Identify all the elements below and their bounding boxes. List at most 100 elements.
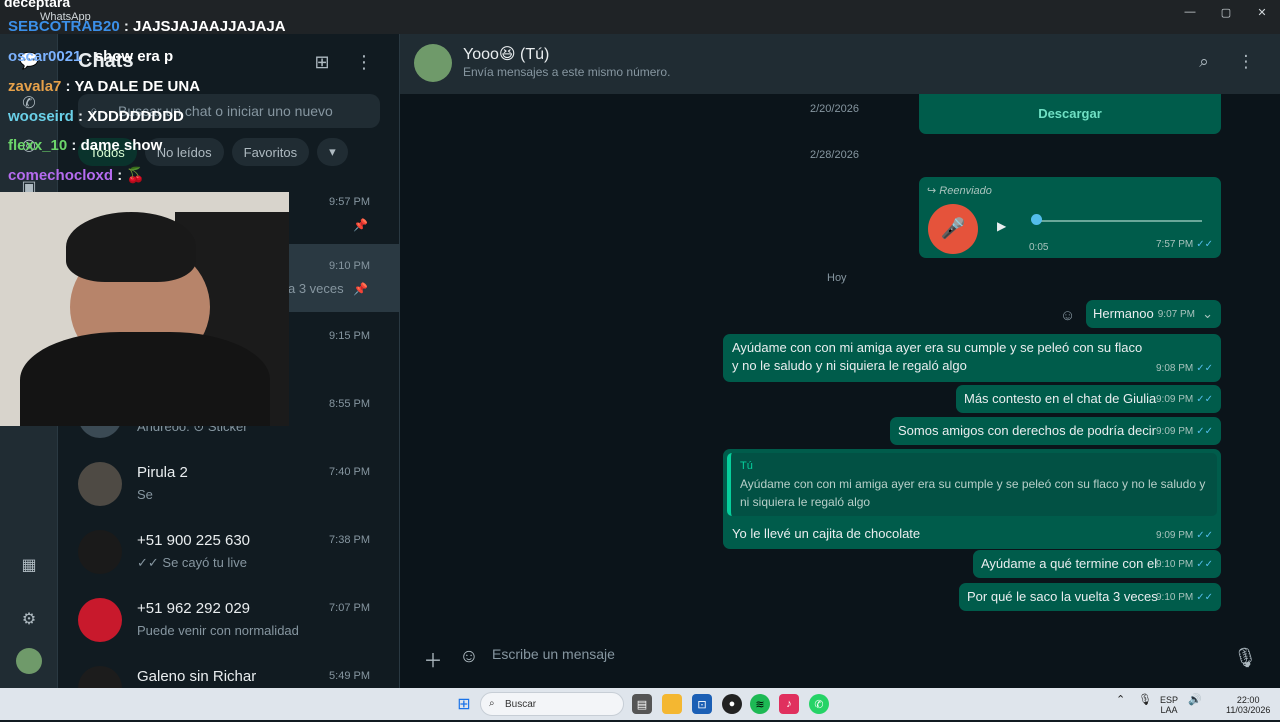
chat-item[interactable]: +51 900 225 630 ✓✓ Se cayó tu live 7:38 … xyxy=(58,518,400,586)
reply-message[interactable]: Tú Ayúdame con con mi amiga ayer era su … xyxy=(723,449,1221,549)
clock-time: 22:00 xyxy=(1236,695,1260,705)
message-input[interactable]: Escribe un mensaje xyxy=(492,646,615,662)
overlay-message: show era p xyxy=(94,48,174,65)
app-icon[interactable]: ● xyxy=(722,694,742,714)
whatsapp-icon[interactable]: ✆ xyxy=(809,694,829,714)
message-text: Somos amigos con derechos de podría deci… xyxy=(898,423,1156,438)
message-bubble[interactable]: Ayúdame a qué termine con el 9:10 PM ✓✓ xyxy=(973,550,1221,578)
lang-code: ESP xyxy=(1160,695,1179,705)
overlay-user: SEBCOTRAB20 xyxy=(8,18,120,35)
audio-waveform[interactable] xyxy=(1032,220,1202,222)
chat-item[interactable]: Pirula 2 Se 7:40 PM xyxy=(58,450,400,518)
date-label: 2/28/2026 xyxy=(810,149,859,161)
stream-chat-overlay: SEBCOTRAB20 : JAJSJAJAAJJAJAJA oscar0021… xyxy=(8,18,286,184)
overlay-user: zavala7 xyxy=(8,78,62,95)
start-icon[interactable]: ⊞ xyxy=(454,694,474,714)
maximize-button[interactable]: ▢ xyxy=(1208,0,1244,24)
message-bubble[interactable]: Ayúdame con con mi amiga ayer era su cum… xyxy=(723,334,1221,382)
message-text: Más contesto en el chat de Giulia xyxy=(964,391,1157,406)
store-icon[interactable]: ⊡ xyxy=(692,694,712,714)
conversation-header[interactable]: Yooo😆 (Tú) Envía mensajes a este mismo n… xyxy=(400,34,1280,94)
message-bubble[interactable]: Somos amigos con derechos de podría deci… xyxy=(890,417,1221,445)
message-time: 9:07 PM xyxy=(1157,309,1195,320)
message-text: Hermanoo xyxy=(1093,306,1154,321)
contact-avatar[interactable] xyxy=(414,44,452,82)
microphone-icon[interactable]: 🎙 xyxy=(1233,646,1257,670)
play-icon[interactable]: ▶ xyxy=(997,217,1006,235)
spotify-icon[interactable]: ≋ xyxy=(750,694,770,714)
chat-time: 7:40 PM xyxy=(329,466,370,478)
close-button[interactable]: ✕ xyxy=(1244,0,1280,24)
clock-date: 11/03/2026 xyxy=(1226,705,1271,715)
compose-bar: ＋ ☺ Escribe un mensaje 🎙 xyxy=(400,628,1280,688)
message-bubble[interactable]: Más contesto en el chat de Giulia 9:09 P… xyxy=(956,385,1221,413)
message-text: Ayúdame con con mi amiga ayer era su cum… xyxy=(732,340,1143,373)
chat-avatar xyxy=(78,462,122,506)
file-explorer-icon[interactable] xyxy=(662,694,682,714)
minimize-button[interactable]: — xyxy=(1172,0,1208,24)
webcam-overlay xyxy=(0,192,289,426)
contact-name: Yooo😆 (Tú) xyxy=(463,46,550,63)
quoted-message[interactable]: Tú Ayúdame con con mi amiga ayer era su … xyxy=(727,453,1217,516)
message-time: 9:10 PM xyxy=(1155,592,1194,603)
message-text: Yo le llevé un cajita de chocolate xyxy=(732,526,921,541)
clock[interactable]: 22:00 11/03/2026 xyxy=(1226,695,1270,715)
volume-icon[interactable]: 🔊 xyxy=(1188,695,1202,706)
overlay-message: 🍒 xyxy=(126,167,146,184)
message-time: 9:09 PM xyxy=(1155,426,1194,437)
chat-preview: Se xyxy=(137,487,153,502)
forwarded-text: Reenviado xyxy=(939,185,992,197)
date-label: 2/20/2026 xyxy=(810,103,859,115)
chat-time: 5:49 PM xyxy=(329,670,370,682)
message-bubble[interactable]: Hermanoo 9:07 PM ⌄ xyxy=(1086,300,1221,328)
overlay-user: oscar0021 xyxy=(8,48,82,65)
chat-preview: Puede venir con normalidad xyxy=(137,623,299,638)
tiktok-icon[interactable]: ♪ xyxy=(779,694,799,714)
microphone-icon[interactable]: 🎙 xyxy=(1138,695,1152,706)
message-text: Por qué le saco la vuelta 3 veces xyxy=(967,589,1158,604)
chat-item[interactable]: +51 962 292 029 Puede venir con normalid… xyxy=(58,586,400,654)
chat-name: +51 962 292 029 xyxy=(137,600,251,617)
pin-icon: 📌 xyxy=(353,218,368,232)
chevron-down-icon[interactable]: ⌄ xyxy=(1202,305,1213,323)
overlay-user: wooseird xyxy=(8,108,74,125)
taskbar-search[interactable]: ⌕ Buscar xyxy=(480,692,624,716)
gallery-icon[interactable]: ▦ xyxy=(18,554,40,576)
message-time: 9:08 PM xyxy=(1155,363,1194,374)
chat-avatar xyxy=(78,598,122,642)
chat-name: Pirula 2 xyxy=(137,464,188,481)
overlay-user: flexx_10 xyxy=(8,137,68,154)
date-label: Hoy xyxy=(827,272,847,284)
profile-avatar[interactable] xyxy=(16,648,42,674)
quoted-author: Tú xyxy=(740,460,753,472)
language-indicator[interactable]: ESP LAA xyxy=(1160,695,1178,715)
menu-icon[interactable]: ⋮ xyxy=(1234,52,1258,76)
chat-time: 8:55 PM xyxy=(329,398,370,410)
chat-name: +51 900 225 630 xyxy=(137,532,251,549)
taskview-icon[interactable]: ▤ xyxy=(632,694,652,714)
chat-time: 9:10 PM xyxy=(329,260,370,272)
message-text: Ayúdame a qué termine con el xyxy=(981,556,1158,571)
message-time: 9:09 PM xyxy=(1155,530,1194,541)
emoji-react-icon[interactable]: ☺ xyxy=(1060,307,1075,324)
chat-preview: ✓✓ Se cayó tu live xyxy=(137,555,247,570)
contact-subtitle: Envía mensajes a este mismo número. xyxy=(463,65,671,79)
search-icon[interactable]: ⌕ xyxy=(1192,52,1216,76)
windows-taskbar: ⊞ ⌕ Buscar ▤ ⊡ ● ≋ ♪ ✆ ⌃ 🎙 ESP LAA 🔊 22:0… xyxy=(0,688,1280,720)
mic-icon: 🎤 xyxy=(928,204,978,254)
download-button[interactable]: Descargar xyxy=(919,105,1221,123)
chat-time: 7:38 PM xyxy=(329,534,370,546)
pin-icon: 📌 xyxy=(353,282,368,296)
overlay-user: comechocloxd xyxy=(8,167,114,184)
message-time: 7:57 PM xyxy=(1155,239,1194,250)
audio-scrubber[interactable] xyxy=(1031,214,1042,225)
message-bubble[interactable]: Por qué le saco la vuelta 3 veces 9:10 P… xyxy=(959,583,1221,611)
audio-duration: 0:05 xyxy=(1029,242,1049,253)
overlay-message: dame show xyxy=(80,137,163,154)
chevron-up-icon[interactable]: ⌃ xyxy=(1116,695,1125,706)
conversation-panel: Yooo😆 (Tú) Envía mensajes a este mismo n… xyxy=(400,34,1280,688)
attach-icon[interactable]: ＋ xyxy=(421,646,445,672)
chat-preview: a 3 veces xyxy=(288,281,344,296)
settings-icon[interactable]: ⚙ xyxy=(18,608,40,630)
sticker-icon[interactable]: ☺ xyxy=(457,646,481,670)
